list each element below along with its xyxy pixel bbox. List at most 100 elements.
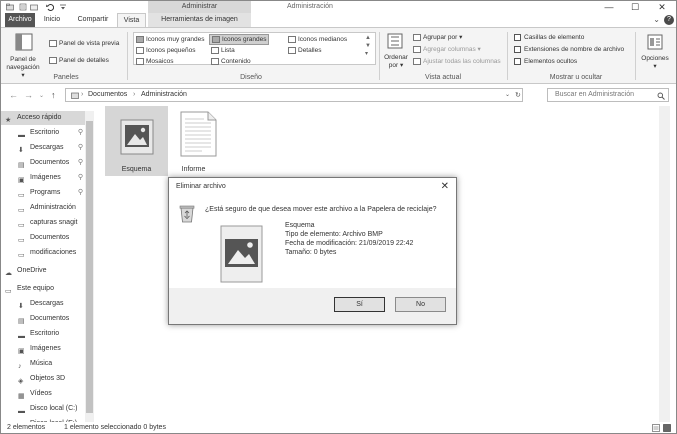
sidebar-item[interactable]: ▬ Disco local (C:): [1, 402, 85, 416]
status-bar: 2 elementos 1 elemento seleccionado 0 by…: [1, 422, 676, 433]
pin-icon[interactable]: ⚲: [78, 126, 83, 140]
address-bar[interactable]: › Documentos › Administración ⌄ ↻: [65, 88, 523, 102]
pictures-icon: ▣: [18, 347, 25, 355]
forward-arrow-icon[interactable]: →: [24, 90, 33, 100]
preview-pane-button[interactable]: Panel de vista previa: [49, 39, 119, 48]
layout-scroll-arrows[interactable]: ▲ ▼ ▾: [365, 34, 371, 58]
layout-details[interactable]: Detalles: [288, 46, 321, 55]
sidebar-item[interactable]: ⬇ Descargas: [1, 297, 85, 311]
breadcrumb-administracion[interactable]: Administración: [141, 91, 187, 98]
properties-icon[interactable]: [19, 3, 27, 11]
sidebar-item-label: Descargas: [30, 300, 64, 307]
checkbox[interactable]: [514, 33, 521, 41]
details-pane-button[interactable]: Panel de detalles: [49, 56, 109, 65]
hidden-items-toggle[interactable]: Elementos ocultos: [514, 57, 577, 66]
no-button[interactable]: No: [395, 297, 446, 312]
search-input[interactable]: Buscar en Administración: [547, 88, 669, 102]
sidebar-item[interactable]: ▤ Documentos: [1, 312, 85, 326]
layout-medium-icons[interactable]: Iconos medianos: [288, 35, 347, 44]
options-icon[interactable]: [647, 34, 663, 50]
sidebar-item[interactable]: ▦ Vídeos: [1, 387, 85, 401]
file-item-esquema[interactable]: Esquema: [105, 106, 168, 176]
sidebar-item[interactable]: ▭ Documentos: [1, 231, 85, 245]
sidebar-item[interactable]: ▭ Programs ⚲: [1, 186, 85, 200]
chevron-down-icon[interactable]: ⌄: [653, 15, 660, 24]
chevron-down-icon[interactable]: ⌄: [505, 91, 510, 98]
undo-icon[interactable]: [46, 3, 54, 11]
sidebar-item[interactable]: ▣ Imágenes: [1, 342, 85, 356]
layout-tiles[interactable]: Mosaicos: [136, 57, 173, 66]
minimize-button[interactable]: —: [595, 1, 623, 13]
help-icon[interactable]: ?: [664, 15, 674, 25]
scrollbar-thumb[interactable]: [86, 121, 93, 413]
sidebar-item[interactable]: ◈ Objetos 3D: [1, 372, 85, 386]
sidebar-item-label: Imágenes: [30, 345, 61, 352]
file-item-informe[interactable]: Informe: [162, 106, 225, 176]
file-view-scrollbar[interactable]: [659, 106, 670, 422]
sidebar-item[interactable]: ▣ Imágenes ⚲: [1, 171, 85, 185]
up-arrow-icon[interactable]: ↑: [51, 90, 56, 100]
navigation-pane-icon[interactable]: [15, 33, 33, 51]
maximize-button[interactable]: ☐: [621, 1, 649, 13]
tab-inicio[interactable]: Inicio: [37, 13, 67, 27]
window-title: Administración: [287, 3, 333, 10]
details-view-icon[interactable]: [652, 424, 660, 432]
sidebar-item[interactable]: ⬇ Descargas ⚲: [1, 141, 85, 155]
sidebar-item[interactable]: ★ Acceso rápido: [1, 111, 85, 125]
yes-button[interactable]: Sí: [334, 297, 385, 312]
sidebar-item[interactable]: ♪ Música: [1, 357, 85, 371]
refresh-icon[interactable]: ↻: [515, 91, 521, 99]
sidebar-item[interactable]: ▭ modificaciones: [1, 246, 85, 260]
sidebar-item[interactable]: ▬ Escritorio ⚲: [1, 126, 85, 140]
layout-content[interactable]: Contenido: [211, 57, 251, 66]
nav-pane-scrollbar[interactable]: [85, 111, 94, 423]
sidebar-item[interactable]: ▬ Escritorio: [1, 327, 85, 341]
pin-icon[interactable]: ⚲: [78, 141, 83, 155]
tab-vista[interactable]: Vista: [117, 13, 146, 27]
layout-list[interactable]: Lista: [211, 46, 235, 55]
fit-columns-button[interactable]: Ajustar todas las columnas: [413, 57, 501, 66]
group-by-button[interactable]: Agrupar por ▾: [413, 33, 462, 42]
close-button[interactable]: ✕: [648, 1, 676, 13]
sidebar-item[interactable]: ▭ capturas snagit: [1, 216, 85, 230]
layout-small-icons[interactable]: Iconos pequeños: [136, 46, 196, 55]
file-extensions-toggle[interactable]: Extensiones de nombre de archivo: [514, 45, 624, 54]
pin-icon[interactable]: ⚲: [78, 186, 83, 200]
customize-toolbar-icon[interactable]: [59, 3, 67, 11]
recent-locations-icon[interactable]: ⌄: [39, 92, 44, 99]
back-arrow-icon[interactable]: ←: [9, 90, 18, 100]
image-file-icon: [120, 119, 154, 155]
sidebar-item[interactable]: ▭ Este equipo: [1, 282, 85, 296]
sidebar-item[interactable]: ▤ Documentos ⚲: [1, 156, 85, 170]
checkbox[interactable]: [514, 57, 521, 65]
music-icon: ♪: [18, 362, 22, 370]
layout-large-icons[interactable]: Iconos grandes: [209, 34, 270, 45]
file-name: Esquema: [121, 166, 152, 173]
add-columns-button[interactable]: Agregar columnas ▾: [413, 45, 481, 54]
new-folder-icon[interactable]: [30, 3, 38, 11]
sidebar-item-label: Escritorio: [30, 129, 60, 136]
sidebar-item-label: Disco local (C:): [30, 405, 78, 412]
folder-icon[interactable]: [6, 3, 14, 11]
star-icon: ★: [5, 116, 12, 124]
sort-icon[interactable]: [387, 33, 403, 49]
large-icons-view-icon[interactable]: [663, 424, 671, 432]
details-icon: [288, 46, 296, 54]
layout-extra-large-icons[interactable]: Iconos muy grandes: [136, 35, 205, 44]
image-file-icon: [220, 225, 263, 283]
dialog-close-button[interactable]: ✕: [441, 181, 449, 192]
sort-by-button[interactable]: Ordenar por ▾: [381, 54, 411, 70]
pin-icon[interactable]: ⚲: [78, 171, 83, 185]
sidebar-item[interactable]: ▭ Administración: [1, 201, 85, 215]
item-checkboxes-toggle[interactable]: Casillas de elemento: [514, 33, 584, 42]
pin-icon[interactable]: ⚲: [78, 156, 83, 170]
navigation-pane-button[interactable]: Panel de navegación ▾: [5, 56, 41, 80]
breadcrumb-documentos[interactable]: Documentos: [88, 91, 127, 98]
options-dropdown-arrow[interactable]: ▾: [652, 62, 658, 71]
sidebar-item[interactable]: ☁ OneDrive: [1, 264, 85, 278]
desktop-icon: ▬: [18, 131, 25, 139]
checkbox[interactable]: [514, 45, 521, 53]
cube-icon: ◈: [18, 377, 24, 385]
tab-herramientas-imagen[interactable]: Herramientas de imagen: [148, 13, 251, 27]
tab-compartir[interactable]: Compartir: [71, 13, 115, 27]
